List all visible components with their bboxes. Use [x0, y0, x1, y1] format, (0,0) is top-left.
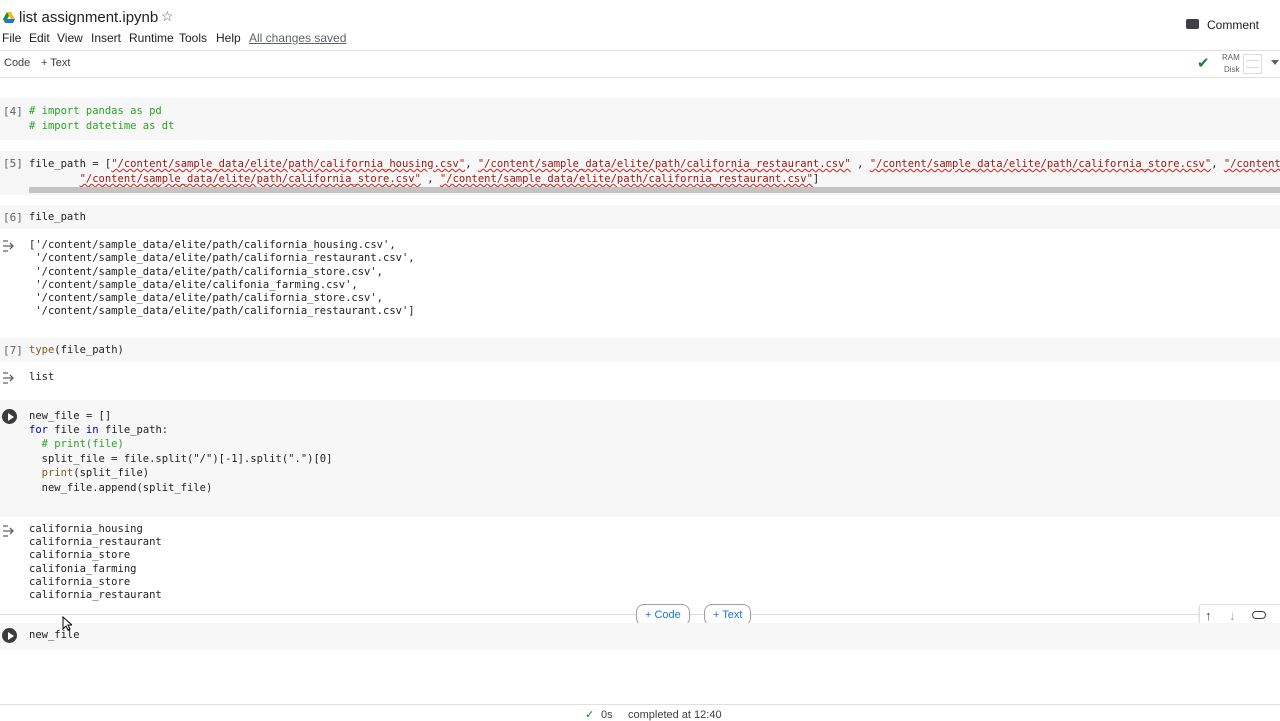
comment-icon	[1186, 19, 1199, 29]
mouse-cursor-icon	[62, 615, 74, 636]
code-line: new_file.append(split_file)	[29, 482, 213, 494]
execution-count: [6]	[3, 211, 23, 224]
output-line: california_housing	[29, 523, 143, 535]
add-cell-divider	[0, 614, 1200, 615]
code-line: "/content/sample_data/elite/path/califor…	[79, 173, 820, 185]
code-line: # import pandas as pd	[29, 105, 162, 117]
output-line: '/content/sample_data/elite/path/califor…	[29, 305, 415, 318]
execution-time: 0s	[601, 709, 613, 721]
output-toggle-icon[interactable]	[2, 371, 18, 384]
disk-bar	[1246, 67, 1259, 68]
code-line: print(split_file)	[29, 466, 149, 481]
menu-runtime[interactable]: Runtime	[129, 31, 174, 45]
function-token: type	[29, 344, 55, 356]
code-token: file	[47, 424, 86, 436]
add-text-toolbar-button[interactable]: + Text	[41, 57, 70, 69]
output-toggle-icon[interactable]	[2, 239, 18, 252]
code-line: # print(file)	[29, 438, 124, 450]
status-check-icon: ✓	[585, 709, 595, 721]
horizontal-scrollbar[interactable]	[29, 187, 1280, 193]
header-divider	[0, 50, 1280, 51]
string-token: "/content/sample_data/elite/path/califor…	[79, 173, 421, 185]
notebook-title[interactable]: list assignment.ipynb	[19, 9, 158, 26]
code-line: type(file_path)	[29, 343, 124, 358]
chevron-down-icon[interactable]	[1271, 60, 1279, 65]
add-code-toolbar-button[interactable]: Code	[4, 57, 30, 69]
keyword-token: for	[29, 424, 48, 436]
output-line: list	[29, 371, 55, 383]
comment-label: Comment	[1207, 18, 1260, 32]
execution-count: [5]	[3, 157, 23, 170]
ram-label: RAM	[1222, 53, 1240, 62]
code-token: (file_path)	[54, 344, 124, 356]
output-line: ['/content/sample_data/elite/path/califo…	[29, 239, 396, 251]
disk-label: Disk	[1224, 65, 1240, 74]
run-cell-button[interactable]	[2, 409, 17, 424]
output-line: '/content/sample_data/elite/path/califor…	[29, 265, 384, 278]
ram-disk-meter[interactable]	[1243, 54, 1262, 74]
menu-insert[interactable]: Insert	[91, 31, 121, 45]
menu-tools[interactable]: Tools	[179, 31, 207, 45]
code-cell-5[interactable]: [5] file_path = ["/content/sample_data/e…	[0, 151, 1280, 195]
code-token: file_path = [	[29, 158, 112, 170]
move-down-icon[interactable]: ↓	[1229, 608, 1236, 623]
connected-check-icon: ✔	[1197, 55, 1210, 72]
execution-count: [4]	[3, 105, 23, 118]
string-token: "/content/sample_data/eli	[1223, 158, 1280, 170]
code-line: file_path	[29, 211, 86, 223]
code-token: (split_file)	[73, 467, 150, 479]
output-line: california_restaurant	[29, 536, 162, 549]
link-icon[interactable]	[1252, 611, 1266, 619]
star-icon[interactable]: ☆	[161, 8, 174, 25]
string-token: "/content/sample_data/elite/path/califor…	[439, 173, 813, 185]
code-cell-new-file[interactable]: new_file	[0, 623, 1280, 650]
string-token: "/content/sample_data/elite/path/califor…	[869, 158, 1212, 170]
code-line: for file in file_path:	[29, 423, 168, 438]
function-token: print	[29, 467, 74, 479]
cell-output-loop: california_housing california_restaurant…	[29, 523, 162, 602]
menu-view[interactable]: View	[57, 31, 83, 45]
menu-edit[interactable]: Edit	[29, 31, 50, 45]
completion-status[interactable]: completed at 12:40	[628, 709, 722, 721]
output-line: '/content/sample_data/elite/path/califor…	[29, 292, 384, 305]
code-line: # import datetime as dt	[29, 120, 175, 132]
output-line: '/content/sample_data/elite/path/califor…	[29, 252, 415, 265]
output-line: california_store	[29, 549, 131, 562]
code-line: new_file = []	[29, 410, 112, 422]
toolbar-divider	[0, 77, 1280, 78]
keyword-token: in	[85, 424, 99, 436]
output-line: '/content/sample_data/elite/califonia_fa…	[29, 278, 358, 291]
ram-bar	[1246, 60, 1259, 61]
menu-help[interactable]: Help	[216, 31, 241, 45]
code-cell-6[interactable]: [6] file_path	[0, 205, 1280, 229]
drive-logo-icon[interactable]	[3, 10, 15, 23]
output-line: califonia_farming	[29, 562, 137, 575]
status-bar-divider	[0, 704, 1280, 705]
code-cell-7[interactable]: [7] type(file_path)	[0, 338, 1280, 362]
execution-count: [7]	[3, 344, 23, 357]
output-line: california_store	[29, 575, 131, 588]
code-token: file_path:	[98, 424, 169, 436]
cell-output-6: ['/content/sample_data/elite/path/califo…	[29, 239, 415, 319]
menu-file[interactable]: File	[2, 31, 21, 45]
move-up-icon[interactable]: ↑	[1205, 608, 1212, 623]
string-token: "/content/sample_data/elite/path/califor…	[477, 158, 851, 170]
code-cell-loop[interactable]: new_file = [] for file in file_path: # p…	[0, 400, 1280, 517]
string-token: "/content/sample_data/elite/path/califor…	[111, 158, 466, 170]
output-line: california_restaurant	[29, 589, 162, 602]
code-cell-4[interactable]: [4] # import pandas as pd # import datet…	[0, 98, 1280, 140]
output-toggle-icon[interactable]	[2, 524, 18, 537]
code-line: split_file = file.split("/")[-1].split("…	[29, 453, 333, 465]
code-token: ]	[812, 173, 820, 185]
run-cell-button[interactable]	[2, 628, 17, 643]
save-status-link[interactable]: All changes saved	[249, 31, 346, 45]
code-line: file_path = ["/content/sample_data/elite…	[29, 157, 1280, 172]
